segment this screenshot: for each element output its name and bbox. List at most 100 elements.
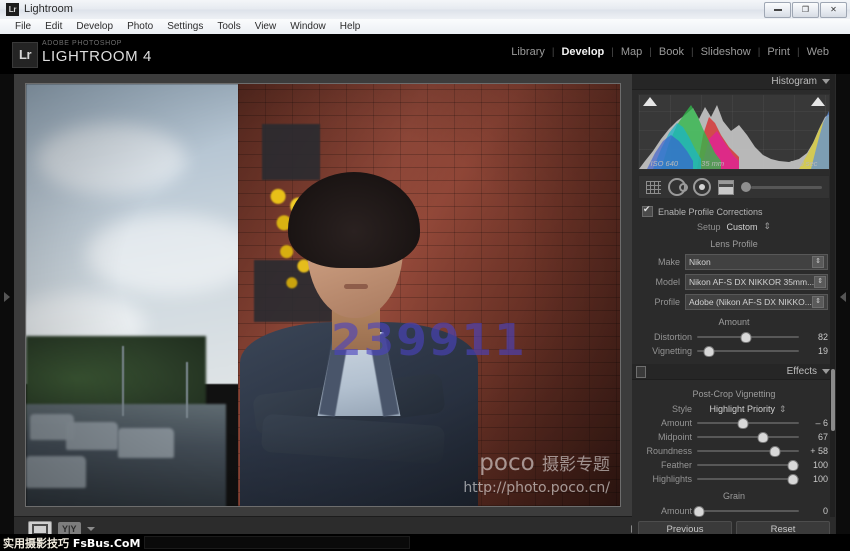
left-panel-expand-arrow-icon[interactable] (4, 292, 10, 302)
effects-amount-slider[interactable] (697, 418, 799, 429)
menu-item-tools[interactable]: Tools (210, 20, 247, 34)
menu-bar: File Edit Develop Photo Settings Tools V… (0, 19, 850, 35)
photo-image: 239911 poco 摄影专题 http://photo.poco.cn/ (26, 84, 620, 506)
grain-amount-row: Amount 0 (640, 504, 828, 518)
vignetting-slider-row: Vignetting 19 (640, 344, 828, 358)
effects-roundness-row: Roundness + 58 (640, 444, 828, 458)
module-map[interactable]: Map (614, 46, 649, 58)
setup-row[interactable]: Setup Custom ⇕ (640, 219, 828, 234)
enable-profile-corrections-row[interactable]: Enable Profile Corrections (640, 203, 828, 219)
photo-car (66, 422, 118, 450)
module-slideshow[interactable]: Slideshow (694, 46, 758, 58)
highlight-clipping-indicator-icon[interactable] (811, 97, 825, 106)
post-crop-vignetting-title: Post-Crop Vignetting (692, 389, 776, 399)
lens-make-row: Make Nikon ⇕ (640, 252, 828, 272)
setup-value[interactable]: Custom (726, 222, 757, 232)
photo-frame[interactable]: 239911 poco 摄影专题 http://photo.poco.cn/ (26, 84, 620, 506)
lens-make-select[interactable]: Nikon ⇕ (685, 254, 828, 270)
lens-model-value: Nikon AF-S DX NIKKOR 35mm... (689, 277, 815, 287)
menu-item-view[interactable]: View (248, 20, 284, 34)
right-panel-collapsed[interactable] (835, 74, 850, 534)
module-develop[interactable]: Develop (554, 46, 611, 58)
effects-highlights-slider[interactable] (697, 474, 799, 485)
spot-removal-icon[interactable] (668, 178, 688, 196)
lightroom-logo-icon: Lr (12, 42, 38, 68)
style-label: Style (671, 404, 692, 414)
toolbar-chevron-down-icon[interactable] (86, 527, 95, 531)
lens-profile-select[interactable]: Adobe (Nikon AF-S DX NIKKO... ⇕ (685, 294, 828, 310)
exif-aperture: f / 2.5 (747, 159, 766, 168)
maximize-button[interactable]: ❐ (792, 2, 819, 18)
window-title: Lightroom (24, 3, 73, 15)
menu-item-edit[interactable]: Edit (38, 20, 69, 34)
left-panel-collapsed[interactable] (0, 74, 15, 534)
watermark-latin: FsBus.CoM (72, 536, 141, 550)
histogram-chevron-down-icon[interactable] (822, 79, 830, 84)
setup-stepper-icon[interactable]: ⇕ (764, 221, 772, 232)
close-button[interactable]: ✕ (820, 2, 847, 18)
grain-title: Grain (722, 491, 745, 501)
enable-profile-corrections-checkbox[interactable] (642, 204, 653, 217)
right-panel-expand-arrow-icon[interactable] (840, 292, 846, 302)
module-print[interactable]: Print (760, 46, 797, 58)
style-row[interactable]: Style Highlight Priority ⇕ (640, 402, 828, 416)
lens-model-row: Model Nikon AF-S DX NIKKOR 35mm... ⇕ (640, 272, 828, 292)
histogram-panel-header[interactable]: Histogram (632, 74, 836, 90)
effects-midpoint-row: Midpoint 67 (640, 430, 828, 444)
adjustment-brush-icon[interactable] (741, 181, 822, 193)
watermark-cn: 实用摄影技巧 (3, 536, 69, 550)
module-library[interactable]: Library (504, 46, 552, 58)
module-picker: Library | Develop | Map | Book | Slidesh… (504, 46, 836, 58)
identity-plate-bar: Lr ADOBE PHOTOSHOP LIGHTROOM 4 Library |… (0, 34, 850, 74)
vignetting-value: 19 (817, 346, 828, 356)
menu-item-photo[interactable]: Photo (120, 20, 160, 34)
distortion-label: Distortion (653, 332, 692, 342)
histogram-chart[interactable]: ISO 640 35 mm f / 2.5 1/50 sec (638, 94, 830, 170)
effects-chevron-down-icon[interactable] (822, 369, 830, 374)
photo-car (26, 456, 86, 488)
effects-midpoint-slider[interactable] (697, 432, 799, 443)
histogram-exif: ISO 640 35 mm f / 2.5 1/50 sec (639, 159, 829, 168)
distortion-slider[interactable] (697, 332, 799, 343)
menu-item-develop[interactable]: Develop (69, 20, 120, 34)
photo-lamp-post (186, 362, 188, 418)
shadow-clipping-indicator-icon[interactable] (643, 97, 657, 106)
red-eye-correction-icon[interactable] (693, 178, 711, 196)
effects-panel-header[interactable]: Effects (632, 364, 836, 380)
style-value[interactable]: Highlight Priority (709, 404, 775, 414)
lens-model-select[interactable]: Nikon AF-S DX NIKKOR 35mm... ⇕ (685, 274, 828, 290)
style-stepper-icon[interactable]: ⇕ (779, 404, 787, 415)
exif-iso: ISO 640 (650, 159, 679, 168)
lens-profile-row: Profile Adobe (Nikon AF-S DX NIKKO... ⇕ (640, 292, 828, 312)
chevron-down-icon[interactable]: ⇕ (812, 256, 824, 268)
effects-roundness-value: + 58 (810, 446, 828, 456)
module-web[interactable]: Web (800, 46, 836, 58)
effects-feather-label: Feather (660, 460, 692, 470)
graduated-filter-icon[interactable] (718, 179, 734, 195)
chevron-down-icon[interactable]: ⇕ (814, 276, 827, 288)
photo-cloud (36, 124, 186, 194)
photo-watermark-brand: poco 摄影专题 (479, 450, 610, 476)
module-book[interactable]: Book (652, 46, 691, 58)
menu-item-settings[interactable]: Settings (160, 20, 210, 34)
effects-roundness-label: Roundness (646, 446, 692, 456)
effects-highlights-label: Highlights (652, 474, 692, 484)
amount-title: Amount (718, 317, 750, 327)
effects-panel-switch-icon[interactable] (636, 365, 646, 378)
effects-amount-row: Amount – 6 (640, 416, 828, 430)
minimize-button[interactable] (764, 2, 791, 18)
enable-profile-corrections-label: Enable Profile Corrections (658, 206, 763, 217)
vignetting-slider[interactable] (697, 346, 799, 357)
crop-overlay-icon[interactable] (646, 180, 661, 194)
grain-amount-slider[interactable] (694, 506, 799, 517)
effects-highlights-row: Highlights 100 (640, 472, 828, 486)
menu-item-window[interactable]: Window (283, 20, 333, 34)
effects-roundness-slider[interactable] (697, 446, 799, 457)
effects-midpoint-value: 67 (817, 432, 828, 442)
effects-feather-slider[interactable] (697, 460, 799, 471)
photo-overlay-number: 239911 (331, 315, 527, 366)
chevron-down-icon[interactable]: ⇕ (812, 296, 824, 308)
menu-item-file[interactable]: File (8, 20, 38, 34)
close-icon: ✕ (830, 5, 837, 14)
menu-item-help[interactable]: Help (333, 20, 368, 34)
